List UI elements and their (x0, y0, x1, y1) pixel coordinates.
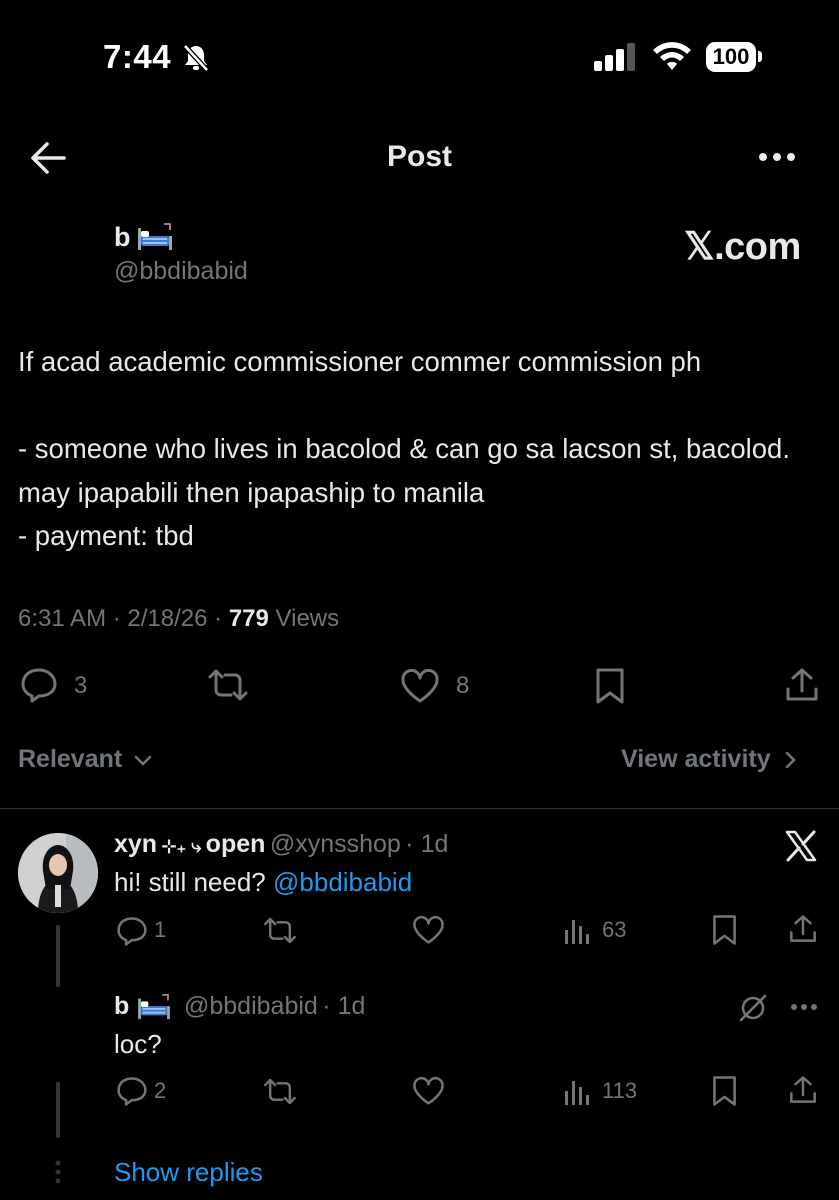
reply-icon[interactable] (20, 667, 58, 703)
reply-age: 1d (337, 992, 366, 1020)
bookmark-icon[interactable] (711, 1075, 738, 1107)
reply-author-name[interactable]: xyn (114, 830, 157, 858)
reply-icon[interactable] (116, 916, 148, 946)
like-icon[interactable] (400, 668, 440, 704)
divider (0, 808, 839, 809)
views-count: 779 (228, 605, 269, 632)
chevron-right-icon (784, 750, 796, 770)
reply-age: 1d (420, 830, 449, 858)
reply-header: xyn ⊹₊ ⤷ open @xynsshop · 1d (114, 830, 449, 858)
thread-line (56, 1082, 60, 1138)
reply-icon[interactable] (116, 1076, 148, 1106)
views-count: 113 (602, 1078, 638, 1103)
author-handle[interactable]: @bbdibabid (114, 257, 248, 286)
like-icon[interactable] (412, 1076, 445, 1106)
views-chart-icon[interactable] (563, 916, 591, 944)
post-line: - payment: tbd (18, 520, 194, 551)
battery-level: 100 (706, 42, 756, 72)
post-line: - someone who lives in bacolod & can go … (18, 433, 790, 508)
post-date: 2/18/26 (127, 605, 208, 632)
repost-icon[interactable] (206, 669, 250, 701)
post-time: 6:31 AM (18, 605, 107, 632)
thread-line (56, 925, 60, 987)
like-count: 8 (456, 672, 470, 699)
views-count: 63 (602, 917, 627, 942)
bed-emoji-icon (136, 993, 172, 1021)
bell-muted-icon (180, 42, 212, 74)
mention-link[interactable]: @bbdibabid (273, 867, 412, 897)
reply-author-suffix: open (205, 830, 266, 858)
reply-count: 2 (154, 1078, 167, 1103)
share-icon[interactable] (788, 1075, 818, 1105)
share-icon[interactable] (784, 667, 820, 703)
x-watermark: 𝕏.com (684, 226, 801, 268)
view-activity-link[interactable]: View activity (621, 745, 796, 774)
more-options-icon[interactable] (758, 150, 796, 164)
post-meta: 6:31 AM · 2/18/26 · 779 Views (18, 605, 340, 632)
reply-text: loc? (114, 1029, 162, 1059)
author-name[interactable]: b (114, 222, 131, 253)
signal-icon (594, 43, 638, 71)
reply-author-deco: ⊹₊ ⤷ (161, 836, 202, 856)
page-title: Post (386, 140, 452, 173)
reply-text: hi! still need? @bbdibabid (114, 867, 413, 897)
grok-icon[interactable] (738, 993, 768, 1023)
chevron-down-icon (133, 753, 153, 767)
post-text: If acad academic commissioner commer com… (18, 340, 828, 558)
avatar[interactable] (18, 833, 98, 913)
status-time: 7:44 (103, 38, 172, 75)
bed-emoji-icon (136, 222, 174, 252)
share-icon[interactable] (788, 914, 818, 944)
post-line: If acad academic commissioner commer com… (18, 346, 702, 377)
bookmark-icon[interactable] (711, 914, 738, 946)
reply-count: 3 (74, 672, 88, 699)
reply-header: b (114, 992, 129, 1021)
bookmark-icon[interactable] (594, 667, 626, 705)
x-logo-icon (785, 830, 817, 862)
battery-tip (758, 51, 762, 62)
views-chart-icon[interactable] (563, 1077, 591, 1105)
repost-icon[interactable] (262, 917, 298, 944)
reply-handle[interactable]: @xynsshop (270, 830, 401, 858)
show-replies-link[interactable]: Show replies (114, 1157, 263, 1188)
more-options-icon[interactable] (790, 1002, 818, 1012)
thread-dots-icon (54, 1160, 62, 1184)
views-label: Views (275, 605, 340, 632)
wifi-icon (652, 42, 692, 72)
repost-icon[interactable] (262, 1078, 298, 1105)
reply-author-name[interactable]: b (114, 992, 129, 1020)
reply-count: 1 (154, 917, 167, 942)
reply-handle[interactable]: @bbdibabid (184, 992, 318, 1020)
like-icon[interactable] (412, 915, 445, 945)
sort-dropdown[interactable]: Relevant (18, 745, 153, 774)
reply-meta: @bbdibabid · 1d (184, 992, 366, 1020)
post-line (18, 384, 828, 428)
